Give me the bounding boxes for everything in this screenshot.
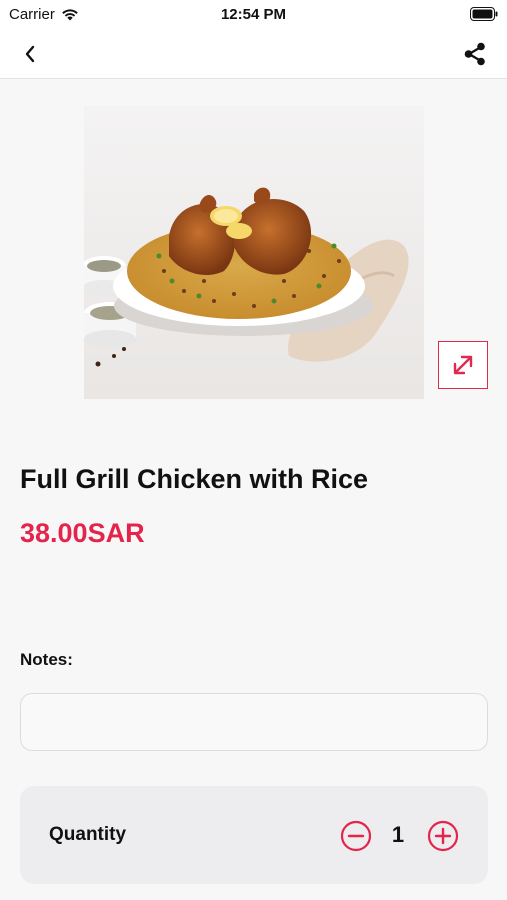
product-detail-screen: Carrier 12:54 PM Full Grill Chicken with… <box>0 0 507 900</box>
expand-icon <box>453 355 473 375</box>
notes-input[interactable] <box>20 693 488 751</box>
food-photo <box>84 106 424 399</box>
back-button[interactable] <box>14 39 46 69</box>
quantity-label: Quantity <box>49 824 127 845</box>
expand-image-button[interactable] <box>438 341 488 389</box>
product-title: Full Grill Chicken with Rice <box>20 464 369 494</box>
clock: 12:54 PM <box>220 6 287 23</box>
status-bar: Carrier 12:54 PM <box>0 0 507 28</box>
increase-quantity-button[interactable] <box>427 820 459 852</box>
notes-label: Notes: <box>20 650 73 669</box>
plus-circle-icon <box>427 820 459 852</box>
product-price: 38.00SAR <box>20 518 145 548</box>
share-button[interactable] <box>459 38 491 70</box>
product-image <box>84 106 424 399</box>
battery-icon <box>470 7 498 26</box>
quantity-card: Quantity 1 <box>20 786 488 884</box>
navigation-bar <box>0 28 507 79</box>
quantity-value: 1 <box>391 822 405 847</box>
decrease-quantity-button[interactable] <box>340 820 372 852</box>
minus-circle-icon <box>340 820 372 852</box>
share-icon <box>464 42 485 66</box>
chevron-left-icon <box>25 45 35 63</box>
